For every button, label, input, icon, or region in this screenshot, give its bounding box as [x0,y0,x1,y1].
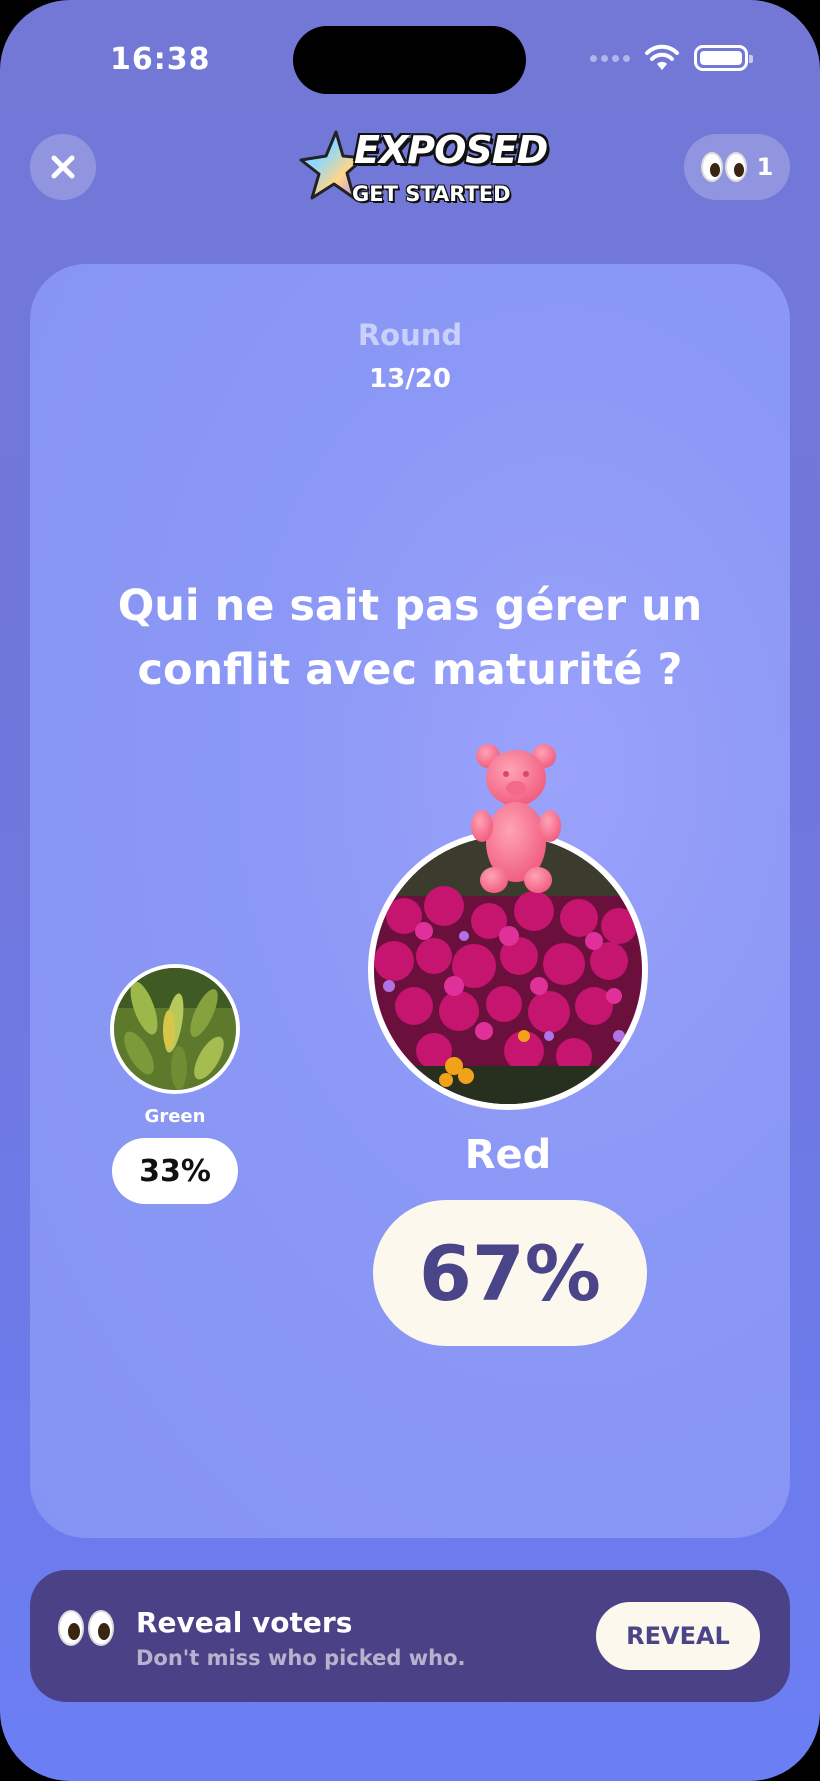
wifi-icon [645,44,679,70]
option-red-label: Red [464,1132,552,1178]
eyes-icon [58,1610,114,1646]
round-label: Round [357,318,463,352]
green-leaves-photo [114,968,236,1090]
eyes-counter-button[interactable]: 1 [684,134,790,200]
dynamic-island [293,26,526,94]
option-green-label: Green [144,1106,206,1127]
reveal-button[interactable]: REVEAL [596,1602,760,1670]
signal-icon [590,54,630,62]
round-count: 13/20 [369,364,451,394]
battery-icon [694,45,753,71]
close-button[interactable] [30,134,96,200]
reveal-voters-banner: Reveal voters Don't miss who picked who.… [30,1570,790,1702]
logo-subtitle: GET STARTED [352,182,511,206]
gummy-bear-icon [471,744,561,893]
question-text: Qui ne sait pas gérer un conflit avec ma… [117,581,703,695]
logo-title: EXPOSED [354,128,548,172]
status-icons [590,44,753,72]
app-screen: 16:38 EXPOSED GET STARTED 1 Round 13/20 … [0,0,820,1781]
option-green-percent: 33% [112,1138,238,1204]
app-logo: EXPOSED GET STARTED [298,124,548,214]
close-icon [51,155,75,179]
result-card: Round 13/20 Qui ne sait pas gérer un con… [30,264,790,1538]
status-time: 16:38 [110,42,211,77]
option-green-image [110,964,240,1094]
banner-subtitle: Don't miss who picked who. [136,1646,466,1670]
banner-title: Reveal voters [136,1606,353,1639]
eyes-count: 1 [756,153,774,181]
option-red-percent: 67% [373,1200,647,1346]
eyes-icon [700,152,747,182]
